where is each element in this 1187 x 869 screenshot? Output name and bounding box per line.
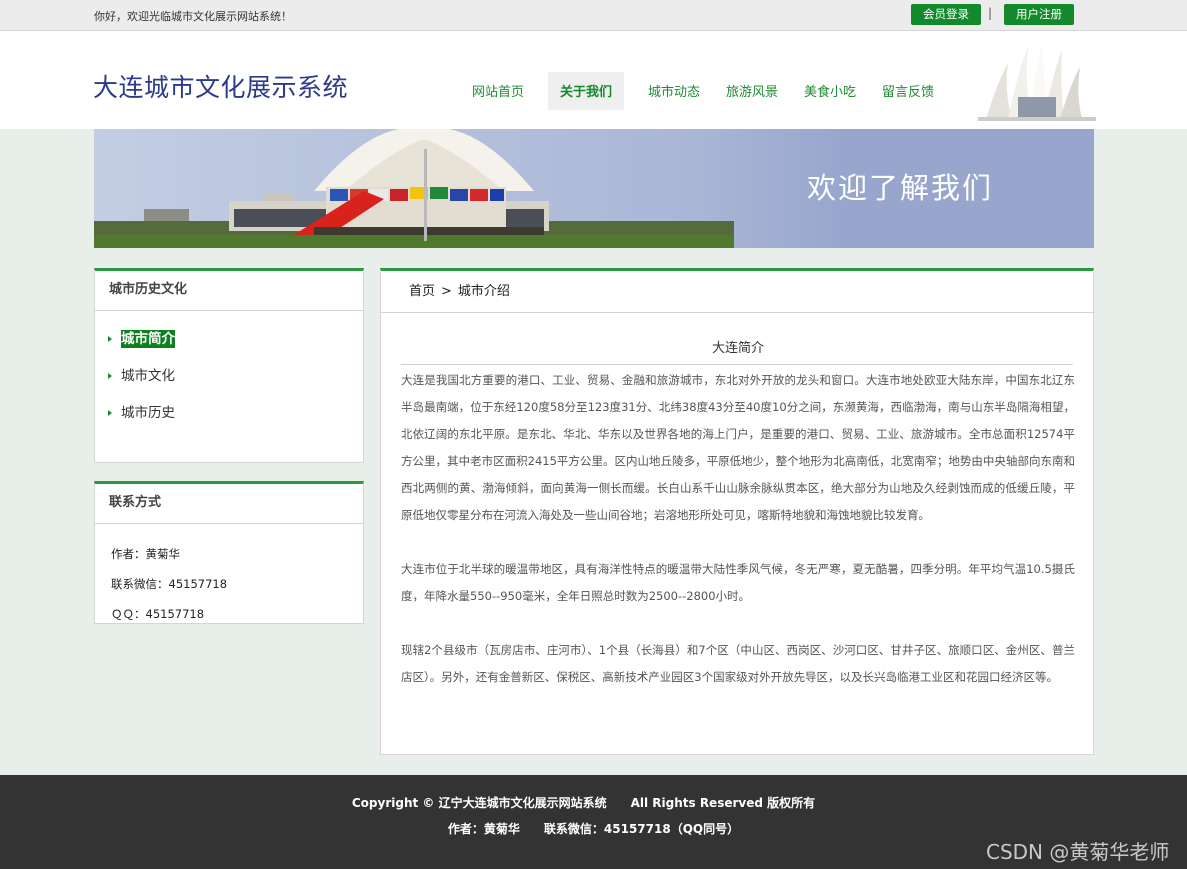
side-item-city-intro[interactable]: 城市简介 [95,329,363,366]
nav-feedback[interactable]: 留言反馈 [870,72,946,110]
banner-title: 欢迎了解我们 [807,171,994,205]
breadcrumb-home[interactable]: 首页 [409,284,435,299]
contact-author: 作者：黄菊华 [111,547,180,561]
title-divider [401,364,1073,365]
topbar-separator: | [988,6,993,20]
member-login-button[interactable]: 会员登录 [911,4,981,25]
nav-about[interactable]: 关于我们 [548,72,624,110]
contact-info: 作者：黄菊华 联系微信：45157718 ＱＱ：45157718 [95,524,363,629]
history-menu: 城市简介 城市文化 城市历史 [95,311,363,440]
side-item-label[interactable]: 城市历史 [121,405,175,421]
site-title[interactable]: 大连城市文化展示系统 [93,68,348,104]
breadcrumb-separator: > [441,284,452,299]
breadcrumb-current: 城市介绍 [457,284,510,299]
article-body: 大连是我国北方重要的港口、工业、贸易、金融和旅游城市，东北对外开放的龙头和窗口。… [401,367,1075,718]
nav-scenery[interactable]: 旅游风景 [714,72,790,110]
side-item-label[interactable]: 城市简介 [121,330,175,348]
hero-banner: 欢迎了解我们 [94,129,1094,248]
article-title: 大连简介 [711,341,764,356]
history-panel: 城市历史文化 城市简介 城市文化 城市历史 [94,268,364,463]
footer-copyright: Copyright © 辽宁大连城市文化展示网站系统 All Rights Re… [351,796,816,810]
side-item-city-culture[interactable]: 城市文化 [95,366,363,403]
side-item-city-history[interactable]: 城市历史 [95,403,363,440]
user-register-button[interactable]: 用户注册 [1004,4,1074,25]
footer-contact: 作者：黄菊华 联系微信：45157718（QQ同号） [447,822,740,836]
top-bar: 你好，欢迎光临城市文化展示网站系统！ 会员登录 | 用户注册 [0,0,1187,31]
welcome-text: 你好，欢迎光临城市文化展示网站系统！ [94,10,292,23]
site-footer: Copyright © 辽宁大连城市文化展示网站系统 All Rights Re… [0,775,1187,869]
csdn-watermark: CSDN @黄菊华老师 [986,840,1170,864]
bullet-arrow-icon [108,336,112,342]
article-paragraph: 大连是我国北方重要的港口、工业、贸易、金融和旅游城市，东北对外开放的龙头和窗口。… [401,373,1075,522]
monument-logo-image [978,43,1096,121]
contact-qq: ＱＱ：45157718 [111,607,205,621]
bullet-arrow-icon [108,410,112,416]
bullet-arrow-icon [108,373,112,379]
history-panel-heading: 城市历史文化 [95,271,363,311]
nav-home[interactable]: 网站首页 [460,72,536,110]
breadcrumb: 首页 > 城市介绍 [381,271,1093,313]
contact-panel-heading: 联系方式 [95,484,363,524]
article-paragraph: 大连市位于北半球的暖温带地区，具有海洋性特点的暖温带大陆性季风气候，冬无严寒，夏… [401,562,1075,603]
site-header: 大连城市文化展示系统 网站首页 关于我们 城市动态 旅游风景 美食小吃 留言反馈 [0,31,1187,129]
nav-city-news[interactable]: 城市动态 [636,72,712,110]
main-content: 首页 > 城市介绍 大连简介 大连是我国北方重要的港口、工业、贸易、金融和旅游城市，… [380,268,1094,755]
contact-wechat: 联系微信：45157718 [111,577,228,591]
contact-panel: 联系方式 作者：黄菊华 联系微信：45157718 ＱＱ：45157718 [94,481,364,624]
nav-food[interactable]: 美食小吃 [792,72,868,110]
article-paragraph: 现辖2个县级市（瓦房店市、庄河市）、1个县（长海县）和7个区（中山区、西岗区、沙… [401,643,1075,684]
side-item-label[interactable]: 城市文化 [121,368,175,384]
